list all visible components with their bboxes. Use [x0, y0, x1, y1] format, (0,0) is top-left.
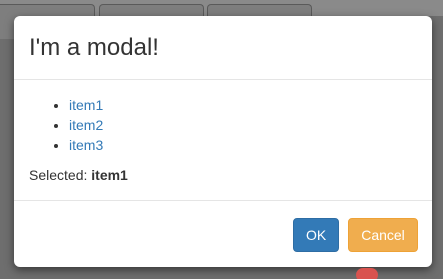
item-link-3[interactable]: item3	[69, 137, 103, 153]
list-item: item1	[69, 95, 417, 115]
item-link-2[interactable]: item2	[69, 117, 103, 133]
selected-label: Selected:	[29, 167, 88, 183]
background-page	[0, 0, 443, 39]
selected-value: item1	[91, 167, 128, 183]
watermark-logo-icon	[356, 268, 378, 279]
modal-header: I'm a modal!	[14, 16, 432, 80]
list-item: item2	[69, 115, 417, 135]
ok-button[interactable]: OK	[293, 218, 339, 252]
modal-title: I'm a modal!	[29, 34, 159, 61]
item-link-1[interactable]: item1	[69, 97, 103, 113]
list-item: item3	[69, 135, 417, 155]
selected-status: Selected: item1	[29, 165, 417, 185]
cancel-button[interactable]: Cancel	[348, 218, 418, 252]
watermark	[356, 264, 443, 279]
item-list: item1 item2 item3	[29, 95, 417, 155]
modal-dialog: I'm a modal! item1 item2 item3 Selected:…	[14, 16, 432, 267]
modal-footer: OK Cancel	[14, 201, 432, 267]
modal-body: item1 item2 item3 Selected: item1	[14, 80, 432, 201]
